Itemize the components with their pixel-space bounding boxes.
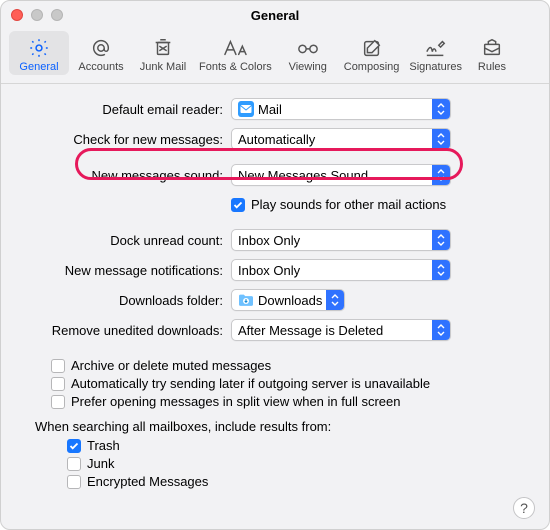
trash-bin-icon: [152, 35, 174, 61]
tab-signatures[interactable]: Signatures: [405, 31, 466, 75]
chevron-updown-icon: [432, 230, 450, 250]
remove-unedited-select[interactable]: After Message is Deleted: [231, 319, 451, 341]
play-other-sounds-checkbox[interactable]: Play sounds for other mail actions: [231, 197, 531, 212]
archive-muted-label: Archive or delete muted messages: [71, 358, 271, 373]
checkbox-icon: [231, 198, 245, 212]
close-icon[interactable]: [11, 9, 23, 21]
titlebar: General: [1, 1, 549, 29]
compose-icon: [361, 35, 383, 61]
remove-unedited-value: After Message is Deleted: [238, 323, 432, 338]
checkbox-icon: [67, 439, 81, 453]
fonts-icon: [222, 35, 248, 61]
dock-unread-label: Dock unread count:: [19, 233, 231, 248]
include-junk-checkbox[interactable]: Junk: [67, 456, 531, 471]
tab-label: Fonts & Colors: [199, 61, 272, 73]
tab-label: Rules: [478, 61, 506, 73]
checkbox-icon: [51, 377, 65, 391]
check-new-label: Check for new messages:: [19, 132, 231, 147]
help-button[interactable]: ?: [513, 497, 535, 519]
chevron-updown-icon: [432, 99, 450, 119]
downloads-label: Downloads folder:: [19, 293, 231, 308]
tab-label: Accounts: [78, 61, 123, 73]
tab-label: General: [19, 61, 58, 73]
window-title: General: [251, 8, 299, 23]
search-include-heading: When searching all mailboxes, include re…: [21, 419, 531, 434]
tab-junk-mail[interactable]: Junk Mail: [133, 31, 193, 75]
tab-general[interactable]: General: [9, 31, 69, 75]
help-icon: ?: [520, 500, 528, 516]
checkbox-icon: [67, 475, 81, 489]
checkbox-icon: [67, 457, 81, 471]
preferences-window: General General Accounts Junk Mail Fonts…: [0, 0, 550, 530]
notifications-value: Inbox Only: [238, 263, 432, 278]
split-view-checkbox[interactable]: Prefer opening messages in split view wh…: [51, 394, 531, 409]
archive-muted-checkbox[interactable]: Archive or delete muted messages: [51, 358, 531, 373]
chevron-updown-icon: [432, 165, 450, 185]
tab-viewing[interactable]: Viewing: [278, 31, 338, 75]
include-junk-label: Junk: [87, 456, 114, 471]
chevron-updown-icon: [432, 320, 450, 340]
general-panel: Default email reader: Mail Check for new…: [1, 84, 549, 502]
default-reader-value: Mail: [258, 102, 432, 117]
tab-fonts-colors[interactable]: Fonts & Colors: [195, 31, 276, 75]
tab-label: Junk Mail: [140, 61, 186, 73]
auto-retry-checkbox[interactable]: Automatically try sending later if outgo…: [51, 376, 531, 391]
include-trash-checkbox[interactable]: Trash: [67, 438, 531, 453]
rules-icon: [481, 35, 503, 61]
default-reader-label: Default email reader:: [19, 102, 231, 117]
chevron-updown-icon: [432, 129, 450, 149]
checkbox-icon: [51, 395, 65, 409]
dock-unread-select[interactable]: Inbox Only: [231, 229, 451, 251]
new-sound-select[interactable]: New Messages Sound: [231, 164, 451, 186]
tab-composing[interactable]: Composing: [340, 31, 404, 75]
chevron-updown-icon: [326, 290, 344, 310]
minimize-icon[interactable]: [31, 9, 43, 21]
preferences-toolbar: General Accounts Junk Mail Fonts & Color…: [1, 29, 549, 84]
split-view-label: Prefer opening messages in split view wh…: [71, 394, 401, 409]
glasses-icon: [295, 35, 321, 61]
tab-accounts[interactable]: Accounts: [71, 31, 131, 75]
include-encrypted-checkbox[interactable]: Encrypted Messages: [67, 474, 531, 489]
folder-icon: [238, 292, 254, 308]
downloads-select[interactable]: Downloads: [231, 289, 345, 311]
downloads-value: Downloads: [258, 293, 326, 308]
include-encrypted-label: Encrypted Messages: [87, 474, 208, 489]
notifications-label: New message notifications:: [19, 263, 231, 278]
include-trash-label: Trash: [87, 438, 120, 453]
dock-unread-value: Inbox Only: [238, 233, 432, 248]
at-icon: [90, 35, 112, 61]
gear-icon: [28, 35, 50, 61]
tab-label: Signatures: [409, 61, 462, 73]
check-new-value: Automatically: [238, 132, 432, 147]
check-new-select[interactable]: Automatically: [231, 128, 451, 150]
mail-app-icon: [238, 101, 254, 117]
window-controls: [11, 9, 63, 21]
tab-label: Viewing: [289, 61, 327, 73]
play-other-sounds-label: Play sounds for other mail actions: [251, 197, 446, 212]
new-sound-value: New Messages Sound: [238, 168, 432, 183]
remove-unedited-label: Remove unedited downloads:: [19, 323, 231, 338]
default-reader-select[interactable]: Mail: [231, 98, 451, 120]
signature-icon: [424, 35, 448, 61]
tab-rules[interactable]: Rules: [468, 31, 516, 75]
tab-label: Composing: [344, 61, 400, 73]
chevron-updown-icon: [432, 260, 450, 280]
checkbox-icon: [51, 359, 65, 373]
zoom-icon[interactable]: [51, 9, 63, 21]
notifications-select[interactable]: Inbox Only: [231, 259, 451, 281]
auto-retry-label: Automatically try sending later if outgo…: [71, 376, 430, 391]
new-sound-label: New messages sound:: [19, 168, 231, 183]
